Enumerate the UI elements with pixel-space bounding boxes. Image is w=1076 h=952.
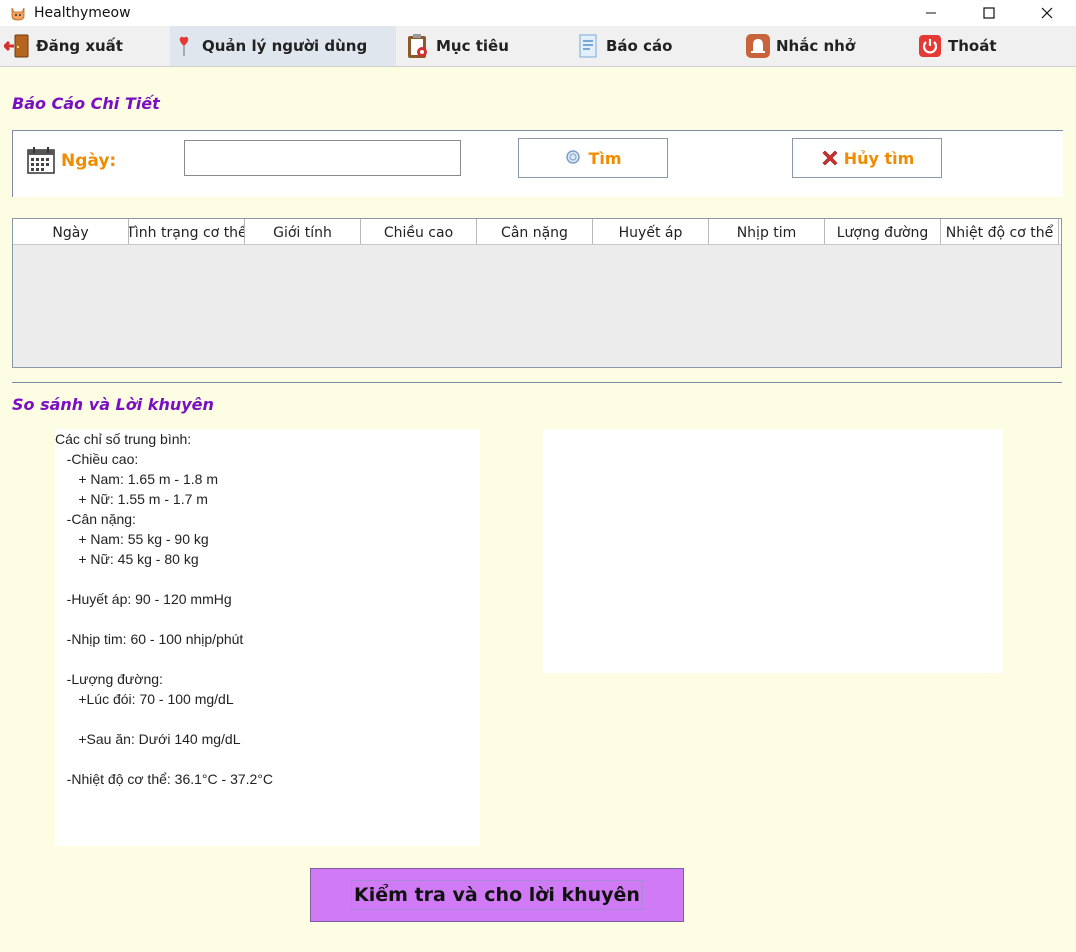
bell-icon [744, 32, 772, 60]
column-header-weight[interactable]: Cân nặng [477, 219, 593, 244]
column-header-body-status[interactable]: Tình trạng cơ thể [129, 219, 245, 244]
maximize-button[interactable] [960, 0, 1018, 26]
close-button[interactable] [1018, 0, 1076, 26]
average-line: + Nữ: 45 kg - 80 kg [55, 551, 199, 567]
average-values-text: Các chỉ số trung bình: -Chiều cao: + Nam… [55, 429, 480, 846]
menu-label-reports: Báo cáo [606, 37, 673, 55]
heart-pin-icon [170, 32, 198, 60]
menu-item-reports[interactable]: Báo cáo [574, 26, 714, 66]
section-divider [12, 382, 1062, 383]
search-panel: Ngày: Tìm Hủy tìm [12, 130, 1063, 197]
menu-item-user-management[interactable]: Quản lý người dùng [170, 26, 396, 66]
average-line: -Huyết áp: 90 - 120 mmHg [55, 591, 232, 607]
minimize-icon [926, 12, 936, 14]
average-line: + Nam: 1.65 m - 1.8 m [55, 471, 218, 487]
close-icon [1041, 7, 1053, 19]
column-header-height[interactable]: Chiều cao [361, 219, 477, 244]
column-header-date[interactable]: Ngày [13, 219, 129, 244]
check-and-advise-button[interactable]: Kiểm tra và cho lời khuyên [310, 868, 684, 922]
maximize-icon [983, 7, 995, 19]
logout-door-icon [4, 32, 32, 60]
menu-item-logout[interactable]: Đăng xuất [4, 26, 154, 66]
average-line [55, 569, 480, 589]
window-controls [902, 0, 1076, 26]
report-section-title: Báo Cáo Chi Tiết [12, 94, 160, 113]
search-icon [566, 150, 581, 164]
menu-item-reminders[interactable]: Nhắc nhở [744, 26, 894, 66]
check-and-advise-label: Kiểm tra và cho lời khuyên [351, 880, 643, 910]
report-document-icon [574, 32, 602, 60]
average-line: -Nhiệt độ cơ thể: 36.1°C - 37.2°C [55, 771, 274, 787]
average-line: + Nam: 55 kg - 90 kg [55, 531, 209, 547]
average-line: -Cân nặng: [55, 511, 136, 527]
menu-item-goals[interactable]: Mục tiêu [404, 26, 544, 66]
title-bar: Healthymeow [0, 0, 1076, 26]
menu-label-logout: Đăng xuất [36, 37, 123, 55]
menu-label-goals: Mục tiêu [436, 37, 509, 55]
calendar-icon [27, 147, 55, 174]
cat-app-icon [11, 7, 25, 21]
average-line: + Nữ: 1.55 m - 1.7 m [55, 491, 208, 507]
average-line [55, 649, 480, 669]
table-header: Ngày Tình trạng cơ thể Giới tính Chiều c… [13, 219, 1061, 245]
menu-label-exit: Thoát [948, 37, 997, 55]
average-line [55, 749, 480, 769]
compare-section-title: So sánh và Lời khuyên [12, 395, 214, 414]
menu-bar: Đăng xuất Quản lý người dùng Mục tiêu Bá… [0, 26, 1076, 67]
search-button-label: Tìm [588, 148, 622, 168]
average-line [55, 609, 480, 629]
clipboard-target-icon [404, 32, 432, 60]
average-line [55, 709, 480, 729]
average-line: -Nhịp tim: 60 - 100 nhịp/phút [55, 631, 244, 647]
column-header-gender[interactable]: Giới tính [245, 219, 361, 244]
menu-item-exit[interactable]: Thoát [916, 26, 1026, 66]
average-line: +Lúc đói: 70 - 100 mg/dL [55, 691, 234, 707]
minimize-button[interactable] [902, 0, 960, 26]
date-label: Ngày: [61, 151, 117, 171]
menu-label-reminders: Nhắc nhở [776, 37, 856, 55]
menu-label-user-management: Quản lý người dùng [202, 37, 368, 55]
column-header-heart-rate[interactable]: Nhịp tim [709, 219, 825, 244]
average-line: Các chỉ số trung bình: [55, 431, 192, 447]
average-line: -Chiều cao: [55, 451, 139, 467]
report-table[interactable]: Ngày Tình trạng cơ thể Giới tính Chiều c… [12, 218, 1062, 368]
date-input[interactable] [184, 140, 461, 176]
advice-text-area[interactable] [543, 429, 1003, 673]
cancel-search-button[interactable]: Hủy tìm [792, 138, 942, 178]
average-line: -Lượng đường: [55, 671, 163, 687]
power-icon [916, 32, 944, 60]
average-line: +Sau ăn: Dưới 140 mg/dL [55, 731, 241, 747]
column-header-body-temperature[interactable]: Nhiệt độ cơ thể [941, 219, 1059, 244]
search-button[interactable]: Tìm [518, 138, 668, 178]
red-x-icon [822, 150, 838, 166]
column-header-blood-pressure[interactable]: Huyết áp [593, 219, 709, 244]
column-header-blood-sugar[interactable]: Lượng đường [825, 219, 941, 244]
cancel-search-label: Hủy tìm [843, 148, 915, 168]
window-title: Healthymeow [34, 5, 131, 21]
